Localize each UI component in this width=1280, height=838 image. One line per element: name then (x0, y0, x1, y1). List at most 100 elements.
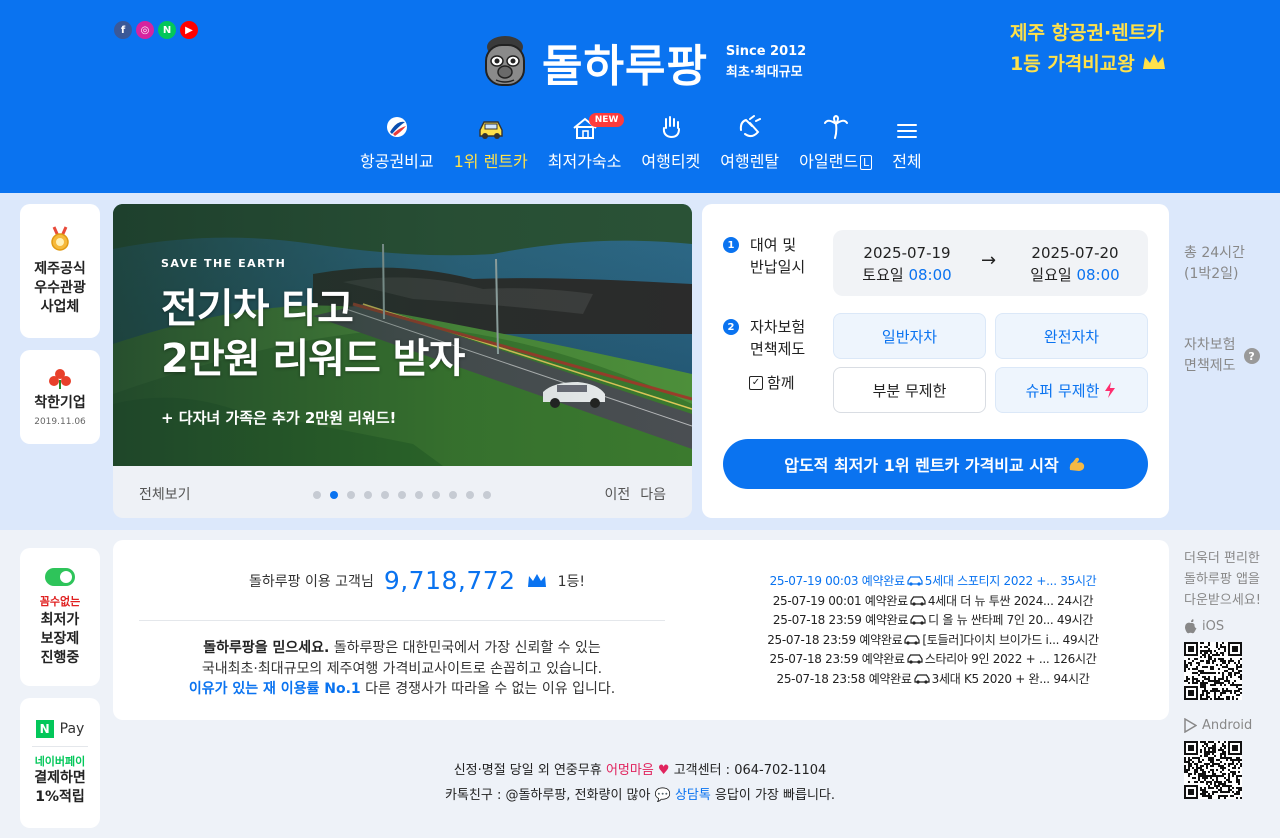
banner-pagination (313, 491, 491, 499)
return-datetime[interactable]: 2025-07-20 일요일 08:00 (1001, 242, 1149, 286)
reservation-car: 스타리아 9인 2022 + ... (924, 652, 1053, 666)
banner-dot[interactable] (449, 491, 457, 499)
reservation-status: 예약완료 (868, 671, 912, 686)
banner-dot[interactable] (398, 491, 406, 499)
option-super-unlimited[interactable]: 슈퍼 무제한 (995, 367, 1148, 413)
ios-link[interactable]: iOS (1184, 619, 1280, 634)
reservation-status: 예약완료 (859, 632, 903, 647)
option-partial-unlimited[interactable]: 부분 무제한 (833, 367, 986, 413)
medal-icon (51, 225, 69, 251)
trust-highlight: 이유가 있는 재 이용률 No.1 (188, 681, 361, 697)
badge-good-company[interactable]: 착한기업 2019.11.06 (20, 350, 100, 444)
reservation-status: 예약완료 (861, 574, 905, 588)
toggle-on-icon (45, 567, 75, 586)
footer-kakao: 카톡친구 : @돌하루팡, 전화량이 많아 (444, 788, 655, 803)
site-header: f ◎ N ▶ 돌하루팡 Since 2012 최초·최대규모 제주 항공권·렌… (0, 0, 1280, 193)
customer-count: 9,718,772 (383, 566, 516, 595)
official-tourism-text: 제주공식 우수관광 사업체 (34, 260, 86, 315)
facebook-icon[interactable]: f (114, 21, 132, 39)
arrow-right-icon: → (981, 250, 997, 271)
return-day: 일요일 (1030, 266, 1072, 284)
duration-total: 총 24시간 (1184, 245, 1245, 261)
reservation-row: 25-07-18 23:58 예약완료 3세대 K5 2020 + 완... 94… (723, 670, 1143, 690)
reservation-time: 25-07-18 23:59 (772, 613, 866, 627)
banner-dot[interactable] (313, 491, 321, 499)
brand-tagline: Since 2012 최초·최대규모 (726, 41, 806, 83)
main-nav: 항공권비교 1위 렌트카 NEW 최저가숙소 여행티켓 여행렌탈 아일랜드 L 전… (350, 112, 932, 172)
nav-rental[interactable]: 여행렌탈 (710, 112, 789, 172)
reservation-time: 25-07-18 23:58 (776, 671, 869, 686)
super-unlimited-label: 슈퍼 무제한 (1025, 381, 1100, 400)
reservation-row: 25-07-18 23:59 예약완료 디 올 뉴 싼타페 7인 20... 49… (723, 611, 1143, 631)
new-badge: NEW (588, 113, 625, 127)
crown-icon (1143, 54, 1166, 69)
rental-search-panel: 1 대여 및 반납일시 2025-07-19 토요일 08:00 → 2025-… (702, 204, 1169, 518)
youtube-icon[interactable]: ▶ (180, 21, 198, 39)
nav-rentcar[interactable]: 1위 렌트카 (444, 112, 538, 172)
banner-dot[interactable] (483, 491, 491, 499)
reservation-dur: 94시간 (1053, 671, 1090, 686)
reservation-time: 25-07-18 23:59 (767, 632, 860, 647)
banner-image[interactable]: SAVE THE EARTH 전기차 타고 2만원 리워드 받자 + 다자녀 가… (113, 204, 692, 466)
hero-banner[interactable]: SAVE THE EARTH 전기차 타고 2만원 리워드 받자 + 다자녀 가… (113, 204, 692, 518)
date-range-picker[interactable]: 2025-07-19 토요일 08:00 → 2025-07-20 일요일 08… (833, 230, 1148, 296)
pickup-datetime[interactable]: 2025-07-19 토요일 08:00 (833, 242, 981, 286)
banner-dot[interactable] (330, 491, 338, 499)
banner-dot[interactable] (381, 491, 389, 499)
site-footer: 신정·명절 당일 외 연중무휴 어멍마음 ♥ 고객센터 : 064-702-11… (0, 758, 1280, 808)
nav-label: 최저가숙소 (547, 152, 622, 171)
naver-n-icon: N (35, 719, 54, 738)
nav-label: 전체 (892, 152, 922, 171)
option-full-insurance[interactable]: 완전자차 (995, 313, 1148, 359)
trust-bold: 돌하루팡을 믿으세요. (203, 640, 330, 656)
return-date: 2025-07-20 (1031, 244, 1119, 262)
banner-dot[interactable] (466, 491, 474, 499)
lightning-icon (1105, 382, 1116, 398)
start-comparison-button[interactable]: 압도적 최저가 1위 렌트카 가격비교 시작 (723, 439, 1148, 489)
android-link[interactable]: Android (1184, 718, 1280, 733)
rental-period-label: 대여 및 반납일시 (750, 236, 806, 276)
duration-nights: (1박2일) (1184, 266, 1239, 282)
help-icon[interactable]: ? (1243, 348, 1260, 364)
banner-dot[interactable] (432, 491, 440, 499)
heart-icon: ♥ (657, 763, 670, 778)
lowest-price-text: 최저가 보장제 진행중 (40, 611, 80, 666)
footer-phone[interactable]: 고객센터 : 064-702-1104 (670, 763, 827, 778)
banner-subheadline: + 다자녀 가족은 추가 2만원 리워드! (161, 409, 397, 427)
nav-lodging[interactable]: NEW 최저가숙소 (538, 112, 632, 172)
return-time: 08:00 (1076, 266, 1120, 284)
stats-panel: 돌하루팡 이용 고객님 9,718,772 1등! 돌하루팡을 믿으세요. 돌하… (113, 540, 1169, 720)
trust-line-2: 국내최초·최대규모의 제주여행 가격비교사이트로 손꼽히고 있습니다. (201, 660, 603, 677)
banner-controls: 전체보기 이전 다음 (113, 466, 692, 518)
nav-tickets[interactable]: 여행티켓 (631, 112, 710, 172)
reservation-dur: 49시간 (1056, 613, 1094, 627)
nav-flights[interactable]: 항공권비교 (350, 112, 444, 172)
insurance-help[interactable]: 자차보험 면책제도 ? (1184, 335, 1260, 377)
good-company-text: 착한기업 (34, 394, 86, 411)
option-general-insurance[interactable]: 일반자차 (833, 313, 986, 359)
reservation-car: 5세대 스포티지 2022 +... (924, 574, 1061, 588)
ios-qr-code[interactable] (1184, 642, 1242, 700)
badge-lowest-price[interactable]: 꼼수없는 최저가 보장제 진행중 (20, 548, 100, 686)
banner-prev-button[interactable]: 이전 (604, 484, 630, 504)
live-reservation-feed: 25-07-19 00:03 예약완료 5세대 스포티지 2022 +... 35… (723, 572, 1143, 689)
since-text: Since 2012 (725, 44, 807, 59)
nav-island[interactable]: 아일랜드 L (789, 112, 882, 172)
site-logo[interactable]: 돌하루팡 Since 2012 최초·최대규모 (480, 30, 806, 94)
brand-name: 돌하루팡 (542, 41, 708, 92)
banner-dot[interactable] (415, 491, 423, 499)
reservation-time: 25-07-19 00:03 (769, 574, 862, 588)
banner-dot[interactable] (347, 491, 355, 499)
clap-icon (739, 115, 761, 138)
banner-view-all-link[interactable]: 전체보기 (139, 484, 191, 504)
naver-blog-icon[interactable]: N (158, 21, 176, 39)
banner-dot[interactable] (364, 491, 372, 499)
nav-all[interactable]: 전체 (882, 112, 931, 172)
footer-chat-link[interactable]: 상담톡 (675, 788, 711, 803)
pickup-day: 토요일 (862, 266, 904, 284)
car-icon (905, 574, 925, 588)
insurance-together-checkbox[interactable]: ✓ 함께 (749, 372, 795, 393)
badge-official-tourism[interactable]: 제주공식 우수관광 사업체 (20, 204, 100, 338)
instagram-icon[interactable]: ◎ (136, 21, 154, 39)
banner-next-button[interactable]: 다음 (640, 484, 666, 504)
